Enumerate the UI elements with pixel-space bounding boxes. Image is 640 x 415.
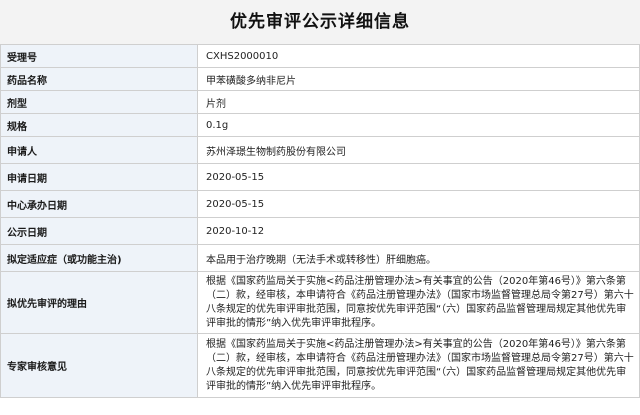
row-label: 药品名称: [0, 67, 198, 91]
row-label: 申请人: [0, 136, 198, 164]
table-row-publication-date: 公示日期 2020-10-12: [0, 217, 640, 245]
table-row-applicant: 申请人 苏州泽璟生物制药股份有限公司: [0, 136, 640, 164]
row-label: 拟定适应症（或功能主治): [0, 244, 198, 272]
row-value: 片剂: [197, 90, 640, 114]
row-label: 受理号: [0, 44, 198, 68]
table-row-specification: 规格 0.1g: [0, 113, 640, 137]
row-label: 中心承办日期: [0, 190, 198, 218]
row-label: 规格: [0, 113, 198, 137]
table-row-dosage-form: 剂型 片剂: [0, 90, 640, 114]
row-value: 2020-05-15: [197, 190, 640, 218]
info-table: 受理号 CXHS2000010 药品名称 甲苯磺酸多纳非尼片 剂型 片剂 规格 …: [0, 44, 640, 398]
page-title: 优先审评公示详细信息: [230, 12, 410, 32]
row-label: 公示日期: [0, 217, 198, 245]
table-row-application-date: 申请日期 2020-05-15: [0, 163, 640, 191]
row-value: 根据《国家药监局关于实施<药品注册管理办法>有关事宜的公告（2020年第46号）…: [197, 333, 640, 398]
detail-page: 优先审评公示详细信息 受理号 CXHS2000010 药品名称 甲苯磺酸多纳非尼…: [0, 0, 640, 415]
row-value: 0.1g: [197, 113, 640, 137]
table-row-priority-reason: 拟优先审评的理由 根据《国家药监局关于实施<药品注册管理办法>有关事宜的公告（2…: [0, 271, 640, 334]
row-value: 2020-05-15: [197, 163, 640, 191]
row-value: 2020-10-12: [197, 217, 640, 245]
row-value: 甲苯磺酸多纳非尼片: [197, 67, 640, 91]
row-label: 拟优先审评的理由: [0, 271, 198, 334]
table-row-drug-name: 药品名称 甲苯磺酸多纳非尼片: [0, 67, 640, 91]
table-row-center-handling-date: 中心承办日期 2020-05-15: [0, 190, 640, 218]
table-row-indication: 拟定适应症（或功能主治) 本品用于治疗晚期（无法手术或转移性）肝细胞癌。: [0, 244, 640, 272]
row-value: 本品用于治疗晚期（无法手术或转移性）肝细胞癌。: [197, 244, 640, 272]
table-row-acceptance-number: 受理号 CXHS2000010: [0, 44, 640, 68]
row-value: 苏州泽璟生物制药股份有限公司: [197, 136, 640, 164]
table-row-expert-opinion: 专家审核意见 根据《国家药监局关于实施<药品注册管理办法>有关事宜的公告（202…: [0, 333, 640, 398]
row-label: 专家审核意见: [0, 333, 198, 398]
row-label: 申请日期: [0, 163, 198, 191]
row-value: CXHS2000010: [197, 44, 640, 68]
row-value: 根据《国家药监局关于实施<药品注册管理办法>有关事宜的公告（2020年第46号）…: [197, 271, 640, 334]
row-label: 剂型: [0, 90, 198, 114]
